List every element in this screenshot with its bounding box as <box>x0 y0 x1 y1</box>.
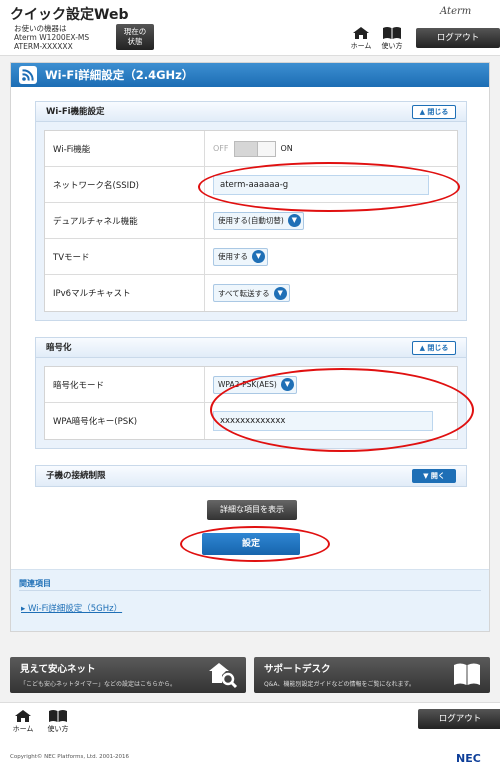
help-link[interactable]: 使い方 <box>378 26 406 51</box>
header: クイック設定Web お使いの機器は Aterm W1200EX-MS ATERM… <box>0 0 500 56</box>
dual-channel-select[interactable]: 使用する(自動切替) ▼ <box>213 211 304 230</box>
section-header: 暗号化 ▲ 閉じる <box>36 338 466 358</box>
home-icon <box>15 710 31 722</box>
tv-mode-select[interactable]: 使用する ▼ <box>213 247 268 266</box>
highlight-ring <box>210 368 474 452</box>
chevron-down-icon: ▼ <box>287 214 301 227</box>
child-connection-section: 子機の接続制限 ▼ 開く <box>35 465 467 487</box>
related-title: 関連項目 <box>19 579 51 588</box>
collapse-button[interactable]: ▲ 閉じる <box>412 105 456 119</box>
wifi-toggle-switch[interactable]: OFF ON <box>213 140 293 157</box>
aterm-logo: Aterm <box>440 6 472 17</box>
section-header: 子機の接続制限 ▼ 開く <box>36 466 466 486</box>
app-title: クイック設定Web <box>10 7 129 23</box>
section-header: Wi-Fi機能設定 ▲ 閉じる <box>36 102 466 122</box>
current-status-button[interactable]: 現在の 状態 <box>116 24 154 50</box>
home-link[interactable]: ホーム <box>347 26 375 51</box>
chevron-down-icon: ▼ <box>273 286 287 300</box>
device-id: ATERM-XXXXXX <box>14 42 73 51</box>
related-items: 関連項目 ▸ Wi-Fi詳細設定（5GHz） <box>11 569 489 631</box>
show-details-button[interactable]: 詳細な項目を表示 <box>207 500 297 520</box>
table-row: Wi-Fi機能 OFF ON <box>45 131 457 167</box>
logout-button[interactable]: ログアウト <box>416 28 500 48</box>
chevron-down-icon: ▼ <box>252 250 265 263</box>
settings-table: Wi-Fi機能 OFF ON ネットワーク名(SSID) デュアルチャネル機能 <box>44 130 458 312</box>
home-icon <box>353 27 369 39</box>
wifi-settings-section: Wi-Fi機能設定 ▲ 閉じる Wi-Fi機能 OFF ON ネットワーク名(S… <box>35 101 467 321</box>
footer-help-link[interactable]: 使い方 <box>44 709 72 734</box>
promo-mieteanshin[interactable]: 見えて安心ネット 「こども安心ネットタイマー」などの設定はこちらから。 <box>10 657 246 693</box>
book-icon <box>383 27 401 39</box>
ipv6-multicast-select[interactable]: すべて転送する ▼ <box>213 284 290 302</box>
expand-button[interactable]: ▼ 開く <box>412 469 456 483</box>
footer-bar: ホーム 使い方 ログアウト <box>0 702 500 740</box>
nec-logo: NEC <box>456 752 481 765</box>
table-row: IPv6マルチキャスト すべて転送する ▼ <box>45 275 457 311</box>
link-wifi-5ghz[interactable]: ▸ Wi-Fi詳細設定（5GHz） <box>21 602 122 614</box>
wifi-icon <box>19 66 37 84</box>
footer-logout-button[interactable]: ログアウト <box>418 709 500 729</box>
device-info: お使いの機器は Aterm W1200EX-MS ATERM-XXXXXX <box>14 24 89 51</box>
highlight-ring <box>180 526 330 562</box>
copyright: Copyright© NEC Platforms, Ltd. 2001-2016 <box>10 754 130 760</box>
house-search-icon <box>208 661 238 692</box>
table-row: TVモード 使用する ▼ <box>45 239 457 275</box>
highlight-ring <box>198 162 460 212</box>
device-label: お使いの機器は <box>14 24 67 33</box>
footer-home-link[interactable]: ホーム <box>9 709 37 734</box>
promo-support-desk[interactable]: サポートデスク Q&A、機能別設定ガイドなどの情報をご覧になれます。 <box>254 657 490 693</box>
collapse-button[interactable]: ▲ 閉じる <box>412 341 456 355</box>
page-title: Wi-Fi詳細設定（2.4GHz） <box>11 63 489 87</box>
book-icon <box>49 710 67 722</box>
book-icon <box>452 661 482 690</box>
device-model: Aterm W1200EX-MS <box>14 33 90 42</box>
